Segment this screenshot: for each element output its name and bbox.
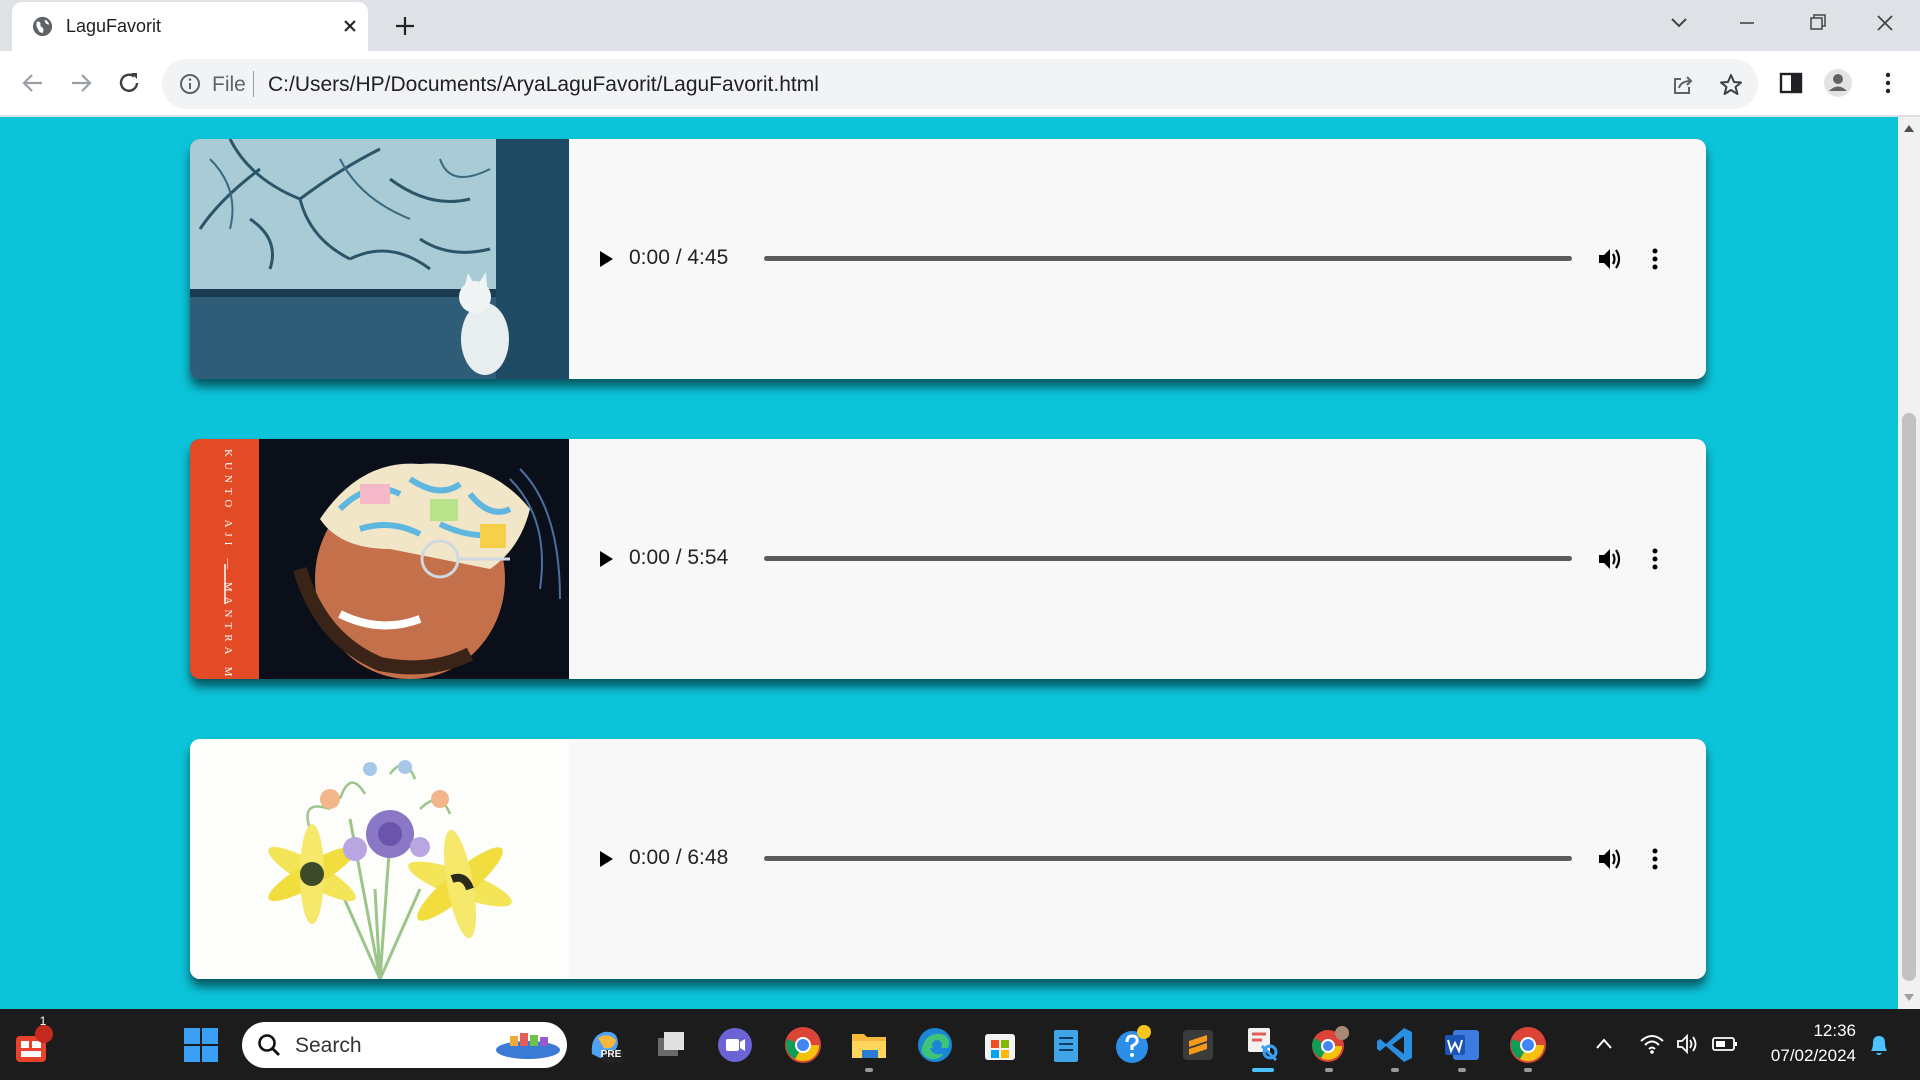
window-cat-cover [190,139,569,379]
vscode-icon[interactable] [1374,1024,1416,1066]
new-tab-button[interactable] [389,12,421,40]
cover-text: KUNTO AJI — MANTRA MANTRA [222,449,234,679]
microsoft-store-icon[interactable] [979,1024,1021,1066]
search-placeholder: Search [295,1034,362,1057]
url-text[interactable]: C:/Users/HP/Documents/AryaLaguFavorit/La… [268,73,819,97]
url-scheme-label: File [212,73,246,96]
word-icon[interactable] [1441,1024,1483,1066]
tab-title: LaguFavorit [66,16,162,36]
page-content: 0:00 / 4:45 KUNTO AJI — MANTRA MANTRA 0:… [0,117,1920,1009]
chrome-icon[interactable] [782,1024,824,1066]
clock-time[interactable]: 12:36 [1750,1021,1856,1041]
time-display: 0:00 / 5:54 [629,546,729,569]
bookmark-star-icon[interactable] [1718,72,1744,98]
notification-bell-icon[interactable] [1866,1031,1892,1059]
song-card: 0:00 / 6:48 [190,739,1706,979]
reload-icon[interactable] [112,66,146,100]
wifi-icon[interactable] [1639,1031,1665,1057]
windows-start-icon[interactable] [180,1024,222,1066]
notepad-icon[interactable] [1045,1024,1087,1066]
audio-player: 0:00 / 6:48 [569,739,1706,979]
chrome-profile-icon[interactable] [1308,1024,1350,1066]
flower-bouquet-cover [190,739,569,979]
back-arrow-icon[interactable] [16,66,50,100]
scrollbar-thumb[interactable] [1902,413,1916,981]
more-options-icon[interactable] [1645,544,1665,574]
play-icon[interactable] [591,545,619,573]
volume-icon[interactable] [1595,544,1625,574]
time-display: 0:00 / 6:48 [629,846,729,869]
globe-icon [32,16,53,37]
running-indicator [1325,1068,1333,1072]
teams-chat-icon[interactable] [714,1024,756,1066]
song-card: KUNTO AJI — MANTRA MANTRA 0:00 / 5:54 [190,439,1706,679]
info-icon[interactable] [178,72,202,96]
chrome-menu-icon[interactable] [1873,68,1903,98]
help-icon[interactable] [1111,1024,1153,1066]
battery-icon[interactable] [1711,1033,1739,1055]
volume-icon[interactable] [1595,844,1625,874]
scroll-up-arrow-icon[interactable] [1903,123,1915,133]
progress-slider[interactable] [764,856,1572,861]
song-card: 0:00 / 4:45 [190,139,1706,379]
restore-button[interactable] [1797,9,1837,37]
running-indicator [1391,1068,1399,1072]
audio-player: 0:00 / 4:45 [569,139,1706,379]
browser-toolbar: File C:/Users/HP/Documents/AryaLaguFavor… [0,51,1920,116]
more-options-icon[interactable] [1645,244,1665,274]
more-options-icon[interactable] [1645,844,1665,874]
close-window-button[interactable] [1865,9,1905,37]
widgets-icon[interactable] [12,1024,54,1066]
share-icon[interactable] [1670,72,1696,98]
search-highlight-icon [496,1033,560,1059]
running-indicator [1458,1068,1466,1072]
copilot-pre-badge: PRE [600,1049,622,1060]
side-panel-icon[interactable] [1776,68,1806,98]
play-icon[interactable] [591,845,619,873]
browser-tab[interactable]: LaguFavorit [12,2,368,51]
profile-avatar-icon[interactable] [1823,68,1853,98]
volume-tray-icon[interactable] [1675,1031,1701,1057]
progress-slider[interactable] [764,256,1572,261]
tab-strip: LaguFavorit [0,0,1920,51]
running-indicator [865,1068,873,1072]
scroll-down-arrow-icon[interactable] [1903,993,1915,1003]
file-explorer-icon[interactable] [848,1024,890,1066]
sublime-text-icon[interactable] [1177,1024,1219,1066]
chevron-up-icon[interactable] [1593,1034,1615,1054]
task-view-icon[interactable] [650,1024,692,1066]
edge-icon[interactable] [914,1024,956,1066]
close-icon[interactable] [338,14,362,38]
address-bar[interactable]: File C:/Users/HP/Documents/AryaLaguFavor… [162,59,1758,109]
audio-player: 0:00 / 5:54 [569,439,1706,679]
time-display: 0:00 / 4:45 [629,246,729,269]
running-indicator [1524,1068,1532,1072]
active-indicator [1252,1068,1274,1072]
snipping-tool-icon[interactable] [1242,1024,1284,1066]
taskbar-search-box[interactable]: Search [242,1022,567,1068]
clock-date[interactable]: 07/02/2024 [1750,1046,1856,1066]
tab-search-icon[interactable] [1659,9,1699,37]
widgets-badge: 1 [39,1014,47,1028]
chrome-active-icon[interactable] [1507,1024,1549,1066]
url-divider [253,71,254,97]
taskbar: 1 Search PRE 12:36 07/02/2024 [0,1009,1920,1080]
forward-arrow-icon[interactable] [64,66,98,100]
kunto-aji-mantra-mantra-cover: KUNTO AJI — MANTRA MANTRA [190,439,569,679]
minimize-button[interactable] [1727,9,1767,37]
volume-icon[interactable] [1595,244,1625,274]
page-scrollbar[interactable] [1898,117,1920,1009]
play-icon[interactable] [591,245,619,273]
progress-slider[interactable] [764,556,1572,561]
search-icon [258,1034,280,1056]
